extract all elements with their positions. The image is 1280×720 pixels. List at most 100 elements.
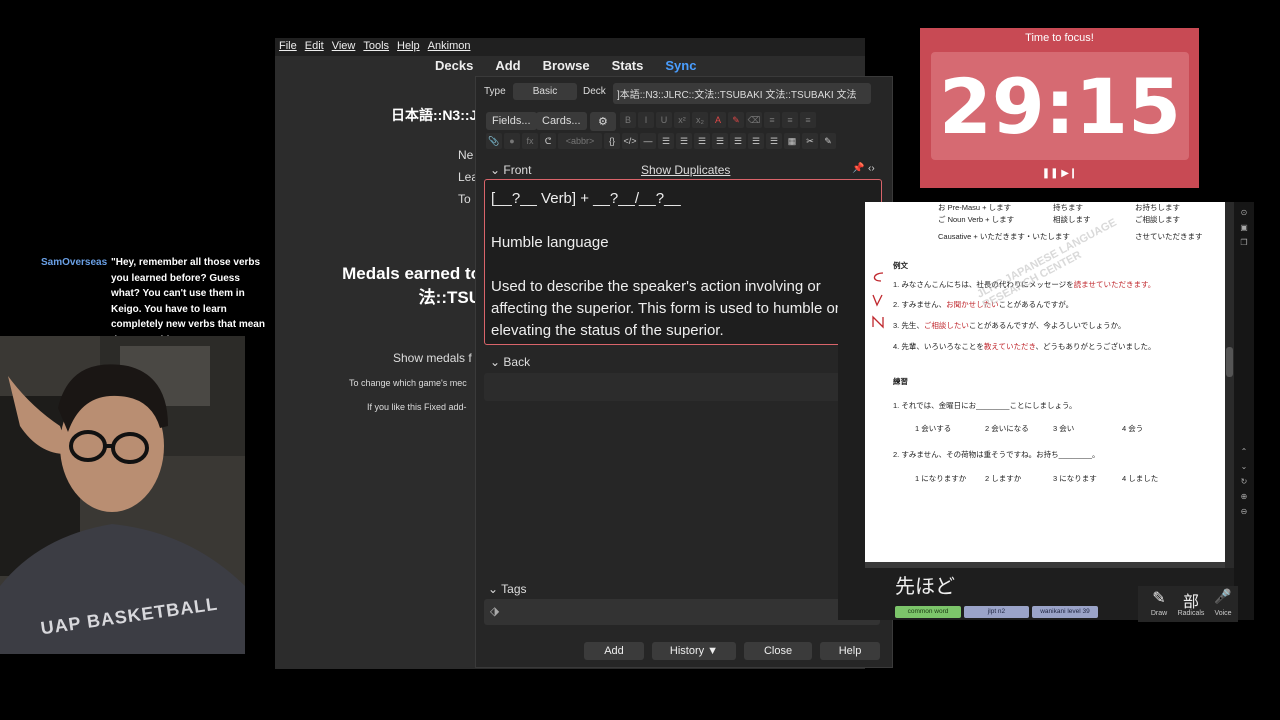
q1-option-2: 2 会いになる: [985, 424, 1029, 433]
edit-tool-icon[interactable]: ✎: [820, 133, 836, 149]
tag-jlpt-n2[interactable]: jlpt n2: [964, 606, 1029, 618]
history-button[interactable]: History ▼: [652, 642, 736, 660]
show-duplicates-link[interactable]: Show Duplicates: [641, 163, 730, 177]
note-type-button[interactable]: Basic: [513, 83, 577, 100]
copy-icon[interactable]: ❐: [1234, 238, 1254, 247]
q2-option-2: 2 しますか: [985, 474, 1022, 483]
justify-icon[interactable]: ☰: [766, 133, 782, 149]
hr-icon[interactable]: —: [640, 133, 656, 149]
add-card-dialog: Type Basic Deck ]本語::N3::JLRC::文法::TSUBA…: [475, 76, 893, 668]
zoom-fit-icon[interactable]: ⊙: [1234, 208, 1254, 217]
back-field-editor[interactable]: [484, 373, 882, 401]
pdf-horizontal-scrollbar[interactable]: [865, 562, 1225, 568]
pdf-vertical-scrollbar[interactable]: [1225, 202, 1234, 568]
abbr-button[interactable]: <abbr>: [558, 133, 602, 149]
pdf-row3-a: Causative + いただきます・いたします: [938, 232, 1070, 241]
options-gear-icon[interactable]: ⚙: [590, 112, 616, 131]
highlight-color-icon[interactable]: ✎: [728, 112, 744, 128]
front-line-2: [491, 210, 875, 232]
tags-label: ⌄ Tags: [488, 582, 527, 596]
tool-icon[interactable]: ✂: [802, 133, 818, 149]
ordered-list-icon[interactable]: ≡: [782, 112, 798, 128]
html-icon[interactable]: </>: [622, 133, 638, 149]
page-up-icon[interactable]: ⌃: [1234, 447, 1254, 456]
help-button[interactable]: Help: [820, 642, 880, 660]
underline-icon[interactable]: U: [656, 112, 672, 128]
align-left-icon[interactable]: ☰: [676, 133, 692, 149]
text-color-icon[interactable]: A: [710, 112, 726, 128]
change-game-note: To change which game's mec: [349, 378, 467, 388]
bold-icon[interactable]: B: [620, 112, 636, 128]
nav-browse[interactable]: Browse: [543, 58, 590, 73]
pdf-sidebar-tools: ⊙ ▣ ❐ ⌃ ⌄ ↻ ⊕ ⊖: [1234, 202, 1254, 620]
timer-controls[interactable]: ❚❚ ▶❙: [920, 168, 1199, 179]
tags-input[interactable]: ⬗: [484, 599, 880, 625]
q1-option-1: 1 会いする: [915, 424, 952, 433]
eraser-icon[interactable]: ⌫: [746, 112, 762, 128]
align-right-icon[interactable]: ☰: [712, 133, 728, 149]
pdf-row2-b: 相談します: [1053, 215, 1091, 224]
menu-edit[interactable]: Edit: [301, 38, 328, 54]
outdent-icon[interactable]: ☰: [730, 133, 746, 149]
subscript-icon[interactable]: x₂: [692, 112, 708, 128]
add-button[interactable]: Add: [584, 642, 644, 660]
q2-option-3: 3 になります: [1053, 474, 1097, 483]
voice-icon[interactable]: 🎤: [1212, 588, 1234, 605]
tag-wanikani[interactable]: wanikani level 39: [1032, 606, 1098, 618]
attach-icon[interactable]: 📎: [486, 133, 502, 149]
align-center-icon[interactable]: ☰: [694, 133, 710, 149]
deck-select-button[interactable]: ]本語::N3::JLRC::文法::TSUBAKI 文法::TSUBAKI 文…: [613, 83, 871, 104]
indent-icon[interactable]: ≡: [800, 112, 816, 128]
example-4: 4. 先輩、いろいろなことを教えていただき、どうもありがとうございました。: [893, 342, 1156, 351]
draw-icon[interactable]: ✎: [1148, 588, 1170, 608]
menu-file[interactable]: File: [275, 38, 301, 54]
formula-icon[interactable]: fx: [522, 133, 538, 149]
pdf-scroll-thumb[interactable]: [1226, 347, 1233, 377]
close-button[interactable]: Close: [744, 642, 812, 660]
menu-help[interactable]: Help: [393, 38, 424, 54]
stat-review-label: To: [458, 192, 471, 206]
show-medals-label: Show medals f: [393, 351, 472, 365]
q2-option-1: 1 になりますか: [915, 474, 967, 483]
front-label-text: Front: [503, 163, 532, 177]
tags-label-text: Tags: [501, 582, 527, 596]
radicals-icon[interactable]: 部: [1178, 588, 1204, 612]
tag-common-word[interactable]: common word: [895, 606, 961, 618]
list-icon[interactable]: ☰: [658, 133, 674, 149]
nav-add[interactable]: Add: [495, 58, 520, 73]
bookmark-icon[interactable]: ▣: [1234, 223, 1254, 232]
italic-icon[interactable]: I: [638, 112, 654, 128]
stat-new-label: Ne: [458, 148, 474, 162]
practice-heading: 練習: [893, 377, 908, 386]
superscript-icon[interactable]: x²: [674, 112, 690, 128]
indent-more-icon[interactable]: ☰: [748, 133, 764, 149]
page-down-icon[interactable]: ⌄: [1234, 462, 1254, 471]
nav-decks[interactable]: Decks: [435, 58, 473, 73]
zoom-in-icon[interactable]: ⊕: [1234, 492, 1254, 501]
menu-tools[interactable]: Tools: [359, 38, 393, 54]
table-icon[interactable]: ▦: [784, 133, 800, 149]
cloze-icon[interactable]: ᕦ: [540, 133, 556, 149]
cards-button[interactable]: Cards...: [536, 112, 587, 130]
kanji-word: 先ほど: [895, 576, 955, 598]
q1-option-3: 3 会い: [1053, 424, 1075, 433]
fields-button[interactable]: Fields...: [486, 112, 537, 130]
nav-stats[interactable]: Stats: [612, 58, 644, 73]
timer-digits: 29:15: [939, 62, 1181, 151]
nav-sync[interactable]: Sync: [665, 58, 696, 73]
record-icon[interactable]: ●: [504, 133, 520, 149]
chat-username: SamOverseas: [41, 257, 108, 268]
front-field-editor[interactable]: [__?__ Verb] + __?__/__?__ Humble langua…: [484, 179, 882, 345]
menu-ankimon[interactable]: Ankimon: [424, 38, 475, 54]
menu-view[interactable]: View: [328, 38, 360, 54]
html-toggle-icon[interactable]: ‹›: [868, 163, 875, 174]
zoom-out-icon[interactable]: ⊖: [1234, 507, 1254, 516]
q2-option-4: 4 しました: [1122, 474, 1159, 483]
braces-icon[interactable]: {}: [604, 133, 620, 149]
rotate-icon[interactable]: ↻: [1234, 477, 1254, 486]
unordered-list-icon[interactable]: ≡: [764, 112, 780, 128]
pin-icon[interactable]: 📌: [852, 163, 864, 174]
front-line-1: [__?__ Verb] + __?__/__?__: [491, 190, 681, 207]
question-1: 1. それでは、金曜日にお________ことにしましょう。: [893, 401, 1077, 410]
timer-display: 29:15: [931, 52, 1189, 160]
